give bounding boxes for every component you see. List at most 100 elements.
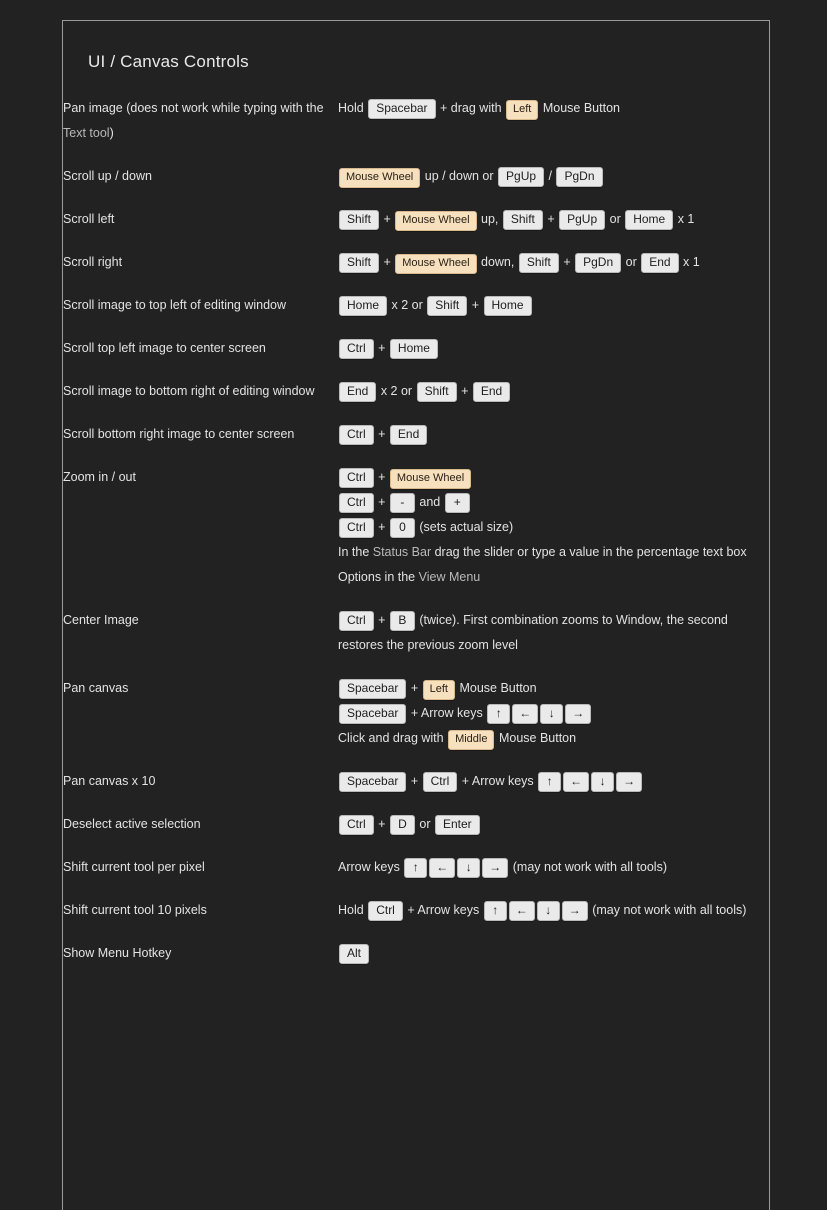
inline-text: + Arrow keys <box>407 706 487 721</box>
inline-text: Scroll right <box>63 255 123 270</box>
inline-text: + <box>374 520 389 535</box>
shortcut-keys-pan-image: Hold Spacebar + drag with Left Mouse But… <box>338 87 769 155</box>
shortcut-line: In the Status Bar drag the slider or typ… <box>338 540 769 565</box>
key-badge: End <box>641 253 679 274</box>
shortcut-line: Spacebar + Arrow keys ↑ ← ↓ → <box>338 701 769 726</box>
page-title: UI / Canvas Controls <box>88 52 249 71</box>
inline-text: Scroll image to top left of editing wind… <box>63 298 287 313</box>
inline-text: Scroll image to bottom right of editing … <box>63 384 315 399</box>
key-badge: Ctrl <box>339 518 374 539</box>
key-badge: Home <box>339 296 388 317</box>
arrow-key-icon: ← <box>429 858 456 879</box>
shortcut-keys-scroll-left: Shift + Mouse Wheel up, Shift + PgUp or … <box>338 198 769 241</box>
arrow-key-icon: ↑ <box>483 901 507 922</box>
key-badge: Enter <box>434 815 480 836</box>
shortcut-line: Alt <box>338 941 769 966</box>
inline-link[interactable]: Status Bar <box>373 545 431 559</box>
shortcut-label-center-image: Center Image <box>63 599 338 667</box>
inline-text: x 2 or <box>388 298 427 313</box>
key-badge: End <box>472 382 511 403</box>
inline-text: drag the slider or type a value in the p… <box>431 545 747 560</box>
inline-text: Deselect active selection <box>63 817 201 832</box>
inline-link[interactable]: Text tool <box>63 126 110 140</box>
inline-text: + <box>374 341 389 356</box>
inline-link[interactable]: View Menu <box>419 570 481 584</box>
shortcuts-table: Pan image (does not work while typing wi… <box>63 87 769 975</box>
key-badge: Ctrl <box>339 468 374 489</box>
shortcut-row: Zoom in / out Ctrl + Mouse Wheel Ctrl + - … <box>63 456 769 599</box>
shortcut-line: Ctrl + - and + <box>338 490 769 515</box>
key-badge: Ctrl <box>368 901 403 922</box>
key-badge: + <box>444 493 470 514</box>
key-badge: Shift <box>416 382 457 403</box>
shortcut-row: Pan image (does not work while typing wi… <box>63 87 769 155</box>
inline-text: x 2 or <box>377 384 416 399</box>
inline-text: + <box>543 212 559 227</box>
shortcut-label-pan-canvas-x10: Pan canvas x 10 <box>63 760 338 803</box>
inline-text: ) <box>109 126 114 141</box>
shortcut-keys-shift-tool-10-pixels: Hold Ctrl + Arrow keys ↑ ← ↓ → (may not wor… <box>338 889 769 932</box>
key-badge: Home <box>389 339 438 360</box>
inline-text: Hold <box>338 903 368 918</box>
inline-text: Pan canvas x 10 <box>63 774 156 789</box>
key-badge: Shift <box>518 253 559 274</box>
shortcut-row: Shift current tool 10 pixels Hold Ctrl + … <box>63 889 769 932</box>
arrow-key-icon: → <box>565 704 592 725</box>
key-badge: PgUp <box>559 210 606 231</box>
shortcut-row: Scroll top left image to center screen Ct… <box>63 327 769 370</box>
inline-text: + <box>374 470 389 485</box>
mouse-badge: Mouse Wheel <box>389 469 472 490</box>
shortcut-line: Ctrl + B (twice). First combination zoom… <box>338 608 769 658</box>
key-badge: PgDn <box>575 253 622 274</box>
key-badge: Ctrl <box>339 339 374 360</box>
shortcut-keys-pan-canvas: Spacebar + Left Mouse Button Spacebar + A… <box>338 667 769 760</box>
inline-text: Pan canvas <box>63 681 129 696</box>
mouse-badge: Mouse Wheel <box>395 211 477 232</box>
key-badge: Ctrl <box>422 772 458 793</box>
shortcut-keys-zoom-in-out: Ctrl + Mouse Wheel Ctrl + - and + Ctrl + 0… <box>338 456 769 599</box>
inline-text: x 1 <box>674 212 695 227</box>
shortcut-label-pan-image: Pan image (does not work while typing wi… <box>63 87 338 155</box>
shortcut-line: Ctrl + Home <box>338 336 769 361</box>
shortcut-row: Scroll left Shift + Mouse Wheel up, Shift… <box>63 198 769 241</box>
shortcut-line: Options in the View Menu <box>338 565 769 590</box>
shortcut-label-scroll-left: Scroll left <box>63 198 338 241</box>
inline-text: + Arrow keys <box>403 903 483 918</box>
inline-text: or <box>622 255 641 270</box>
key-badge: Shift <box>427 296 468 317</box>
inline-text: Scroll up / down <box>63 169 152 184</box>
inline-text: (sets actual size) <box>415 520 514 535</box>
shortcut-row: Pan canvas Spacebar + Left Mouse Button Sp… <box>63 667 769 760</box>
shortcut-line: Ctrl + D or Enter <box>338 812 769 837</box>
shortcut-line: Ctrl + End <box>338 422 769 447</box>
arrow-key-icon: ← <box>508 901 535 922</box>
inline-text: + <box>374 495 389 510</box>
inline-text: Scroll left <box>63 212 115 227</box>
key-badge: D <box>389 815 415 836</box>
inline-text: + <box>407 681 422 696</box>
inline-text: up / down or <box>421 169 498 184</box>
shortcut-label-deselect: Deselect active selection <box>63 803 338 846</box>
shortcut-line: Shift + Mouse Wheel down, Shift + PgDn o… <box>338 250 769 275</box>
inline-text: Shift current tool per pixel <box>63 860 205 875</box>
shortcut-row: Pan canvas x 10 Spacebar + Ctrl + Arrow k… <box>63 760 769 803</box>
shortcut-keys-deselect: Ctrl + D or Enter <box>338 803 769 846</box>
key-badge: End <box>389 425 428 446</box>
key-badge: - <box>389 493 415 514</box>
shortcut-keys-scroll-right: Shift + Mouse Wheel down, Shift + PgDn o… <box>338 241 769 284</box>
key-badge: End <box>339 382 377 403</box>
arrow-key-icon: ↓ <box>457 858 481 879</box>
arrow-key-icon: ← <box>512 704 539 725</box>
shortcut-label-scroll-right: Scroll right <box>63 241 338 284</box>
shortcut-keys-show-menu-hotkey: Alt <box>338 932 769 975</box>
shortcut-row: Scroll bottom right image to center scre… <box>63 413 769 456</box>
inline-text: + <box>407 774 422 789</box>
shortcut-label-scroll-top-left: Scroll image to top left of editing wind… <box>63 284 338 327</box>
mouse-badge: Left <box>506 100 539 121</box>
mouse-badge: Middle <box>448 730 495 751</box>
inline-text: In the <box>338 545 373 560</box>
shortcut-label-scroll-bottom-right-center: Scroll bottom right image to center scre… <box>63 413 338 456</box>
shortcut-line: Ctrl + 0 (sets actual size) <box>338 515 769 540</box>
inline-text: Click and drag with <box>338 731 448 746</box>
key-badge: Spacebar <box>368 99 436 120</box>
